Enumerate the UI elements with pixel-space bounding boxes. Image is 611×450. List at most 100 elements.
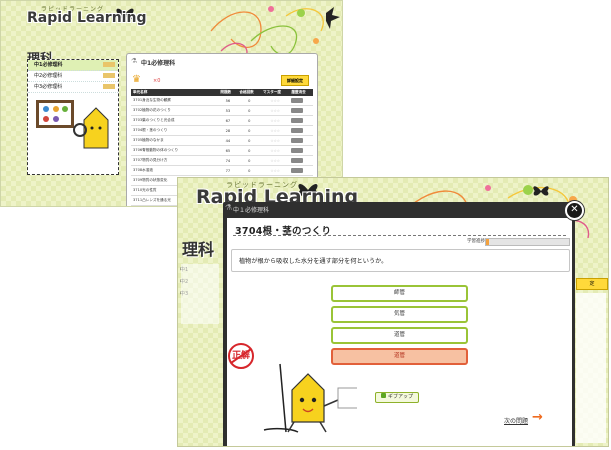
table-row[interactable]: 3705植物のなかま 44 0 ☆☆☆	[131, 135, 313, 146]
column-header: 単元名称	[131, 89, 219, 96]
table-row[interactable]: 3704根・茎のつくり 28 0 ☆☆☆	[131, 125, 313, 136]
pass-count: 0	[237, 105, 262, 116]
clear-pill[interactable]	[291, 137, 304, 143]
pass-count: 0	[237, 165, 262, 176]
give-up-button[interactable]: ギブアップ	[375, 392, 419, 403]
question-count: 67	[218, 115, 238, 126]
badge	[103, 73, 115, 78]
next-question-link[interactable]: 次の問題	[504, 416, 528, 425]
mastery-stars: ☆☆☆	[261, 96, 290, 106]
course-menu: 中1必修理科 中2必修理科 中3必修理科	[27, 59, 119, 175]
clear-pill[interactable]	[291, 147, 304, 153]
arrow-right-icon[interactable]: →	[532, 410, 543, 425]
mastery-stars: ☆☆☆	[261, 135, 290, 146]
menu-item-grade1[interactable]: 中1必修理科	[28, 60, 118, 71]
choice-3-button[interactable]: 道管	[331, 327, 468, 344]
clear-history-button[interactable]	[289, 115, 313, 126]
question-count: 65	[218, 145, 238, 156]
mastery-stars: ☆☆☆	[261, 165, 290, 176]
correct-stamp: 正解	[228, 343, 254, 369]
choice-1-button[interactable]: 師管	[331, 285, 468, 302]
unit-name: 3707物質の見分け方	[131, 155, 219, 166]
detail-settings-button[interactable]: 定	[576, 278, 608, 290]
column-header: 履歴消去	[289, 89, 313, 96]
question-text: 植物が根から吸収した水分を通す部分を何というか。	[239, 258, 388, 265]
side-panel-bg	[181, 264, 219, 324]
close-button[interactable]: ✕	[565, 201, 584, 220]
clear-history-button[interactable]	[289, 155, 313, 166]
clear-pill[interactable]	[291, 97, 304, 103]
subject-title: 理科	[182, 240, 215, 259]
clear-history-button[interactable]	[289, 105, 313, 116]
menu-item-label: 中2必修理科	[34, 73, 63, 79]
classroom-illustration	[36, 100, 109, 149]
mastery-stars: ☆☆☆	[261, 125, 290, 136]
butterfly-icon	[326, 7, 340, 29]
unit-name: 3706脊椎動物の体のつくり	[131, 145, 219, 156]
table-row[interactable]: 3707物質の見分け方 74 0 ☆☆☆	[131, 155, 313, 166]
back-screenshot: ラピッドラーニング Rapid Learning 理科 中1必修理科 中2必修理…	[0, 0, 343, 207]
menu-item-grade3[interactable]: 中3必修理科	[28, 82, 118, 93]
table-row[interactable]: 3702植物の花のつくり 53 0 ☆☆☆	[131, 105, 313, 116]
butterfly-icon	[533, 186, 549, 196]
course-label: 中１必修理科	[233, 207, 270, 214]
clear-history-button[interactable]	[289, 145, 313, 156]
progress-bar	[485, 238, 570, 246]
clear-history-button[interactable]	[289, 96, 313, 106]
unit-name: 3702植物の花のつくり	[131, 105, 219, 116]
give-up-icon	[380, 393, 386, 398]
clear-pill[interactable]	[291, 127, 304, 133]
progress-fill	[486, 239, 490, 245]
question-count: 77	[218, 165, 238, 176]
table-row[interactable]: 3706脊椎動物の体のつくり 65 0 ☆☆☆	[131, 145, 313, 156]
pass-count: 0	[237, 145, 262, 156]
pass-count: 0	[237, 135, 262, 146]
question-count: 53	[218, 105, 238, 116]
clear-pill[interactable]	[291, 117, 304, 123]
crown-count: ×0	[153, 78, 161, 84]
pass-count: 0	[237, 155, 262, 166]
question-count: 28	[218, 125, 238, 136]
unit-name: 3705植物のなかま	[131, 135, 219, 146]
clear-pill[interactable]	[291, 107, 304, 113]
clear-pill[interactable]	[291, 157, 304, 163]
menu-item-label: 中3必修理科	[34, 84, 63, 90]
flask-icon: ⚗	[131, 57, 138, 65]
clear-history-button[interactable]	[289, 125, 313, 136]
table-row[interactable]: 3703葉のつくりと光合成 67 0 ☆☆☆	[131, 115, 313, 126]
clear-history-button[interactable]	[289, 165, 313, 176]
title-divider	[233, 235, 566, 236]
unit-name: 3701身近な生物の観察	[131, 96, 219, 106]
side-table-edge	[576, 293, 606, 443]
logo: Rapid Learning	[27, 10, 147, 26]
column-header: マスター度	[261, 89, 290, 96]
badge	[103, 62, 115, 67]
unit-name: 3704根・茎のつくり	[131, 125, 219, 136]
mastery-stars: ☆☆☆	[261, 145, 290, 156]
mastery-stars: ☆☆☆	[261, 105, 290, 116]
unit-name: 3703葉のつくりと光合成	[131, 115, 219, 126]
decorative-swirl	[210, 6, 340, 57]
question-box: 植物が根から吸収した水分を通す部分を何というか。	[231, 249, 570, 272]
unit-name: 3708水溶液	[131, 165, 219, 176]
pass-count: 0	[237, 115, 262, 126]
flask-icon: ⚗	[225, 203, 233, 212]
pass-count: 0	[237, 125, 262, 136]
table-row[interactable]: 3701身近な生物の観察 56 0 ☆☆☆	[131, 96, 313, 106]
menu-item-grade2[interactable]: 中2必修理科	[28, 71, 118, 82]
column-header: 合格回数	[237, 89, 262, 96]
menu-item-label: 中1必修理科	[34, 62, 63, 68]
crown-icon: ♛	[132, 74, 141, 85]
clear-history-button[interactable]	[289, 135, 313, 146]
table-row[interactable]: 3708水溶液 77 0 ☆☆☆	[131, 165, 313, 176]
question-dialog: ⚗ 中１必修理科 3704根・茎のつくり 学習進捗： 植物が根から吸収した水分を…	[225, 203, 572, 446]
panel-title: 中1必修理科	[141, 60, 176, 67]
pass-count: 0	[237, 96, 262, 106]
mascot-character	[263, 363, 357, 433]
mastery-stars: ☆☆☆	[261, 115, 290, 126]
detail-settings-button[interactable]: 詳細設定	[281, 75, 309, 86]
badge	[103, 84, 115, 89]
clear-pill[interactable]	[291, 167, 304, 173]
choice-2-button[interactable]: 気管	[331, 306, 468, 323]
question-count: 44	[218, 135, 238, 146]
